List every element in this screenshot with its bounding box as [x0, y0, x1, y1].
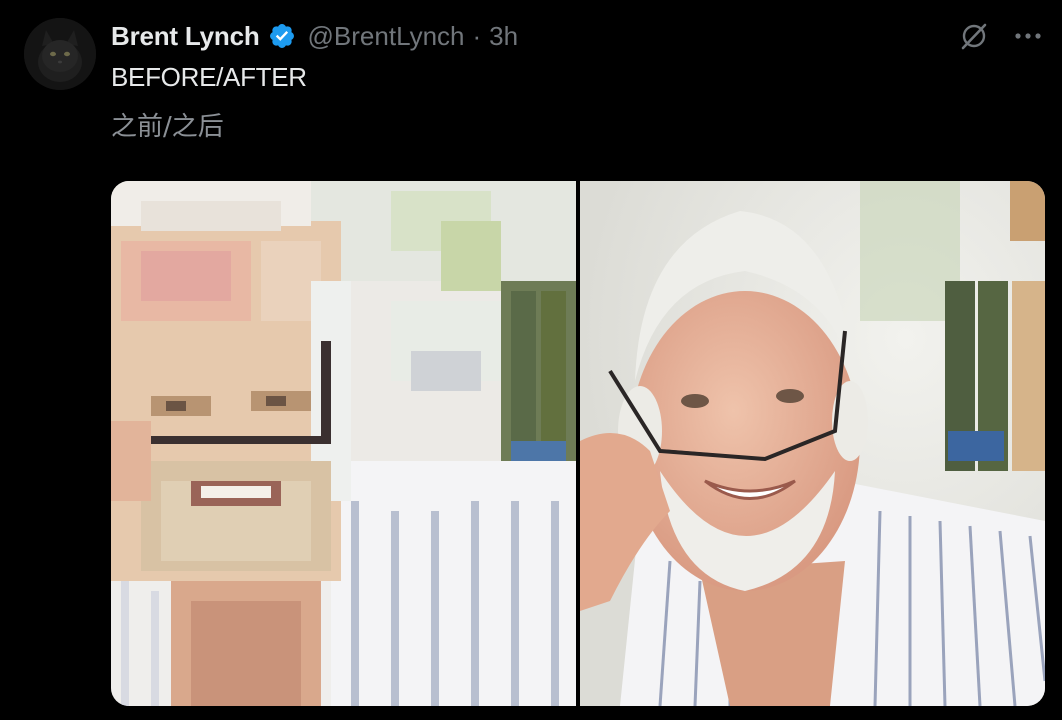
- tweet: Brent Lynch @BrentLynch · 3h BEFORE/AFTE: [0, 0, 1062, 720]
- grok-icon[interactable]: [958, 20, 990, 52]
- avatar[interactable]: [24, 18, 96, 90]
- verified-badge-icon[interactable]: [268, 22, 296, 50]
- user-handle[interactable]: @BrentLynch: [308, 21, 465, 52]
- tweet-translation: 之前/之后: [111, 112, 224, 142]
- after-image[interactable]: [580, 181, 1045, 706]
- tweet-text: BEFORE/AFTER: [111, 62, 307, 92]
- timestamp[interactable]: 3h: [489, 21, 518, 52]
- display-name[interactable]: Brent Lynch: [111, 21, 260, 52]
- separator-dot: ·: [472, 20, 482, 51]
- more-options-icon[interactable]: [1012, 20, 1044, 52]
- media-grid: [111, 181, 1045, 706]
- avatar-cat-image: [24, 18, 96, 90]
- before-image[interactable]: [111, 181, 576, 706]
- tweet-top-actions: [958, 20, 1044, 52]
- tweet-header: Brent Lynch @BrentLynch · 3h: [111, 18, 518, 54]
